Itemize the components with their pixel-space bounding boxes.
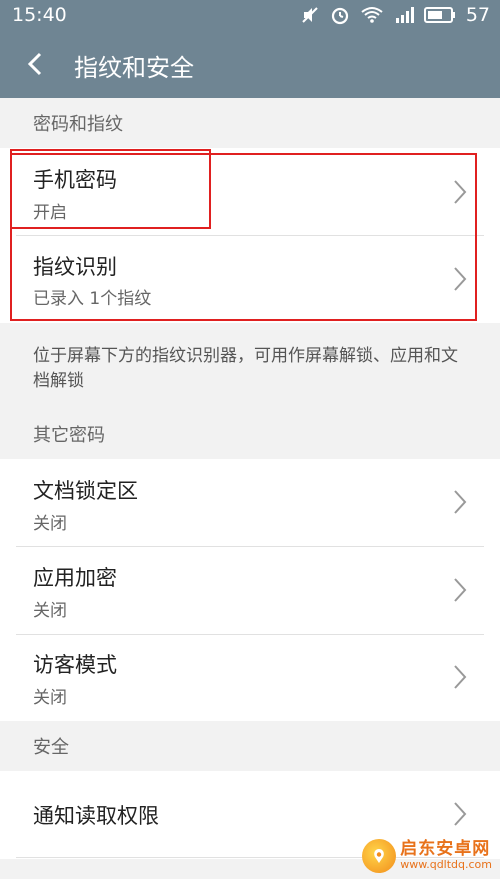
item-status: 已录入 1个指纹 [33, 289, 152, 309]
battery-level: 57 [465, 4, 490, 26]
mute-icon [302, 7, 318, 23]
list-item-fingerprint-recognition[interactable]: 指纹识别 已录入 1个指纹 [0, 236, 500, 323]
status-time: 15:40 [12, 4, 67, 26]
list-item-document-lock[interactable]: 文档锁定区 关闭 [0, 459, 500, 546]
section-header-password-fingerprint: 密码和指纹 [0, 98, 500, 148]
watermark-url: www.qdltdq.com [400, 858, 492, 872]
wifi-icon [361, 7, 383, 23]
watermark-logo-icon [362, 839, 397, 873]
alarm-icon [331, 7, 348, 25]
item-label: 应用加密 [33, 566, 117, 590]
section-header-security: 安全 [0, 721, 500, 771]
chevron-right-icon [454, 665, 467, 689]
battery-icon [423, 7, 455, 23]
chevron-right-icon [454, 180, 467, 204]
list-item-app-encryption[interactable]: 应用加密 关闭 [0, 547, 500, 634]
item-label: 指纹识别 [33, 255, 117, 279]
chevron-left-icon[interactable] [22, 50, 50, 78]
item-status: 开启 [33, 203, 67, 223]
page-title: 指纹和安全 [74, 54, 194, 82]
watermark-title: 启东安卓网 [400, 839, 491, 860]
panel-other-passwords: 文档锁定区 关闭 应用加密 关闭 访客模式 关闭 [0, 459, 500, 721]
item-status: 关闭 [33, 601, 67, 621]
list-item-phone-password[interactable]: 手机密码 开启 [0, 148, 500, 235]
section-header-other-passwords: 其它密码 [0, 409, 500, 459]
watermark: 启东安卓网 www.qdltdq.com [362, 839, 492, 873]
item-status: 关闭 [33, 688, 67, 708]
status-bar: 15:40 57 [0, 0, 500, 30]
chevron-right-icon [454, 802, 467, 826]
item-status: 关闭 [33, 514, 67, 534]
item-label: 访客模式 [33, 653, 117, 677]
panel-password-fingerprint: 手机密码 开启 指纹识别 已录入 1个指纹 [0, 148, 500, 323]
item-label: 文档锁定区 [33, 479, 138, 503]
status-icons: 57 [300, 4, 490, 26]
chevron-right-icon [454, 267, 467, 291]
app-bar: 指纹和安全 [0, 30, 500, 98]
item-label: 手机密码 [33, 168, 117, 192]
signal-icon [395, 7, 414, 23]
item-label: 通知读取权限 [33, 804, 159, 828]
chevron-right-icon [454, 578, 467, 602]
watermark-text: 启东安卓网 www.qdltdq.com [400, 839, 492, 872]
list-item-guest-mode[interactable]: 访客模式 关闭 [0, 635, 500, 721]
chevron-right-icon [454, 490, 467, 514]
fingerprint-description: 位于屏幕下方的指纹识别器，可用作屏幕解锁、应用和文档解锁 [0, 323, 500, 409]
